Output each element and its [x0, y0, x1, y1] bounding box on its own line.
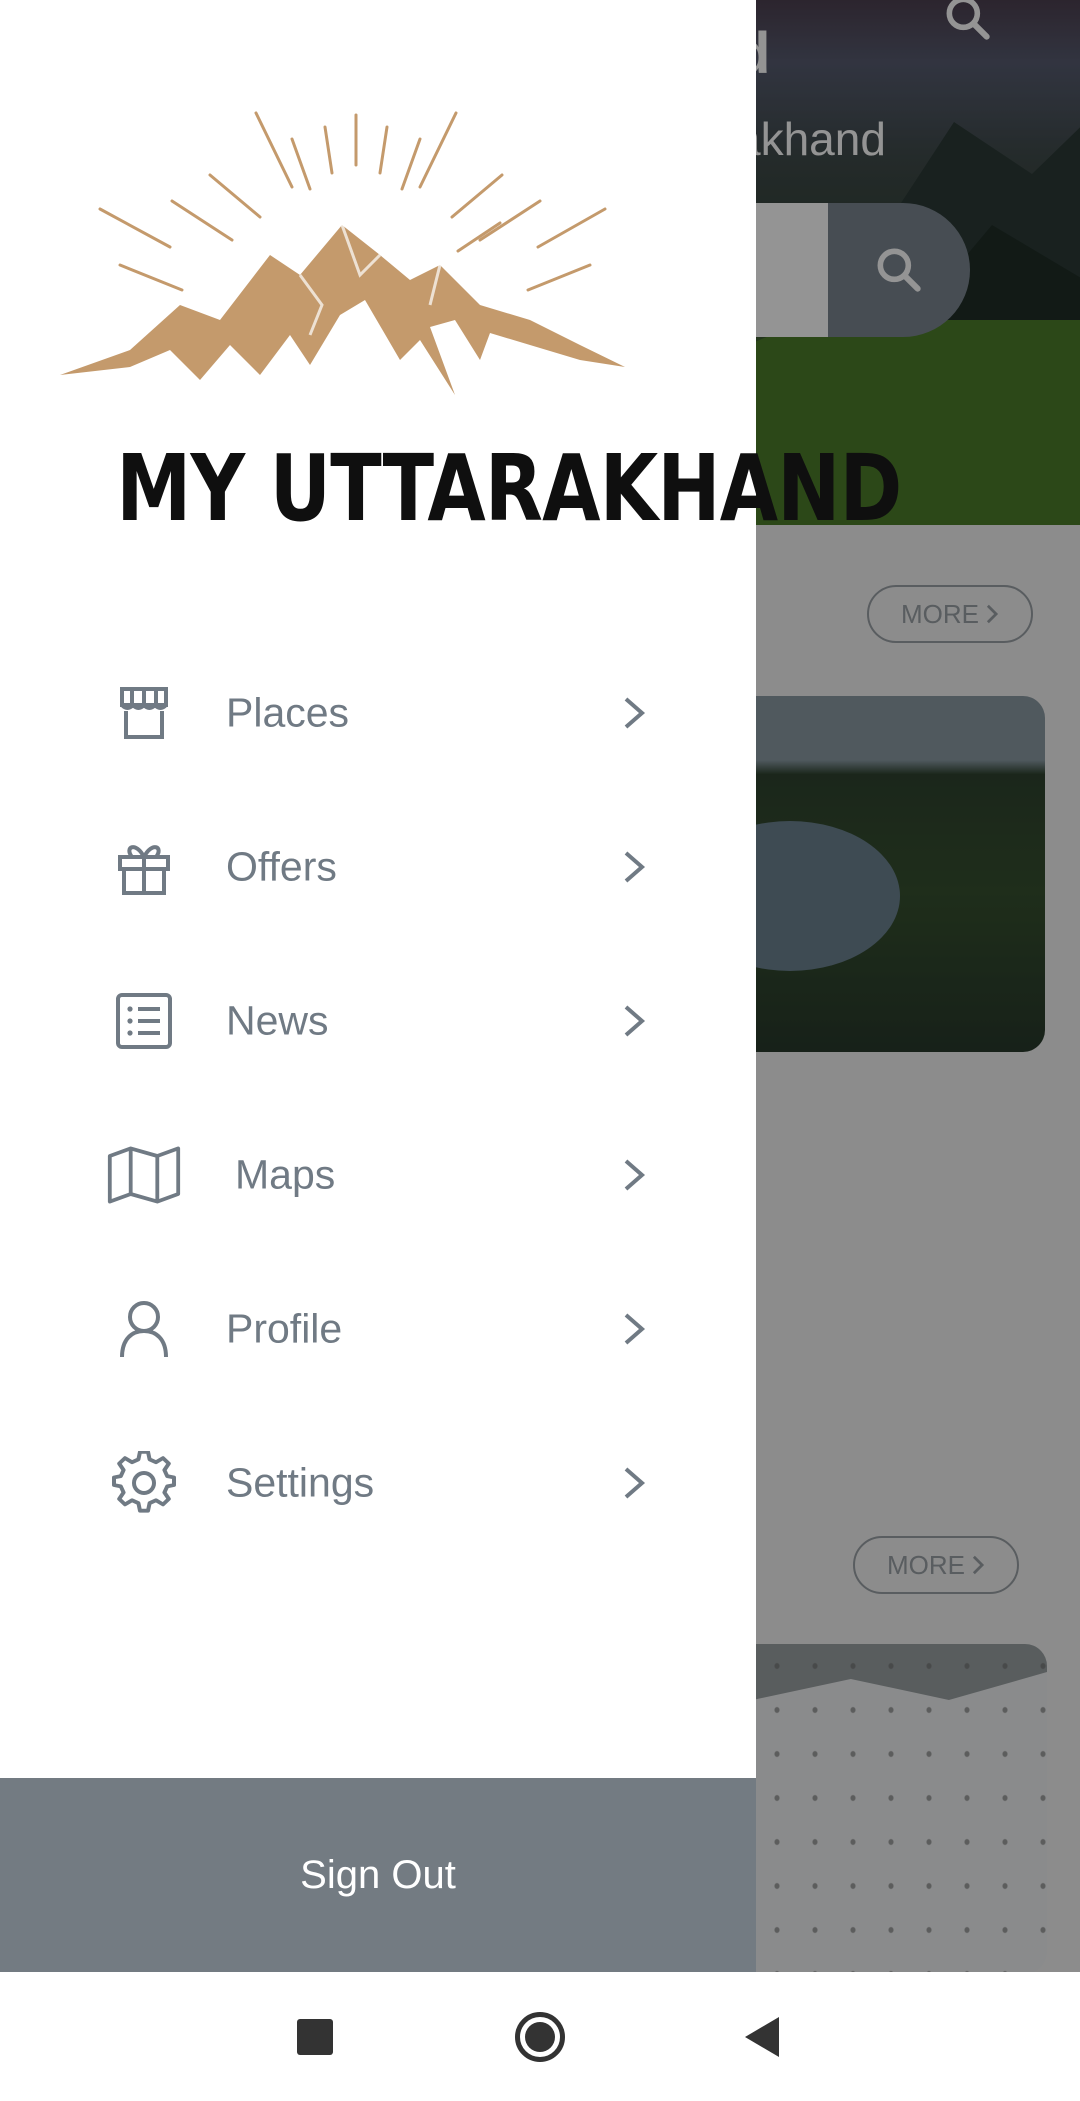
drawer-item-settings[interactable]: Settings: [0, 1406, 756, 1560]
system-nav-bar: [0, 1972, 1080, 2101]
drawer-item-label: Maps: [235, 1151, 336, 1198]
brand-name: MY UTTARAKHAND: [116, 435, 902, 542]
gear-icon: [106, 1445, 182, 1521]
drawer-item-news[interactable]: News: [0, 944, 756, 1098]
drawer-item-label: News: [226, 997, 329, 1044]
drawer-item-offers[interactable]: Offers: [0, 790, 756, 944]
navigation-drawer: MY UTTARAKHAND Places Offers News Maps P…: [0, 0, 902, 1972]
app-logo: MY UTTARAKHAND: [60, 105, 902, 545]
back-button[interactable]: [745, 2016, 779, 2057]
chevron-right-icon: [624, 1313, 646, 1345]
drawer-item-label: Profile: [226, 1305, 343, 1352]
gift-icon: [106, 829, 182, 905]
store-icon: [106, 675, 182, 751]
chevron-right-icon: [624, 697, 646, 729]
chevron-right-icon: [624, 1005, 646, 1037]
home-button[interactable]: [515, 2011, 565, 2062]
home-icon: [525, 2021, 555, 2052]
drawer-item-label: Offers: [226, 843, 337, 890]
drawer-item-maps[interactable]: Maps: [0, 1098, 756, 1252]
chevron-right-icon: [624, 851, 646, 883]
chevron-right-icon: [624, 1467, 646, 1499]
sign-out-button[interactable]: Sign Out: [0, 1778, 756, 1972]
drawer-menu: Places Offers News Maps Profile Settings: [0, 636, 756, 1560]
drawer-item-label: Places: [226, 689, 350, 736]
recents-button[interactable]: [297, 2018, 333, 2055]
list-icon: [106, 983, 182, 1059]
person-icon: [106, 1291, 182, 1367]
sign-out-label: Sign Out: [300, 1852, 456, 1897]
drawer-item-profile[interactable]: Profile: [0, 1252, 756, 1406]
map-icon: [106, 1137, 182, 1213]
chevron-right-icon: [624, 1159, 646, 1191]
mountain-sunburst-icon: [60, 111, 625, 395]
drawer-item-label: Settings: [226, 1459, 375, 1506]
drawer-item-places[interactable]: Places: [0, 636, 756, 790]
